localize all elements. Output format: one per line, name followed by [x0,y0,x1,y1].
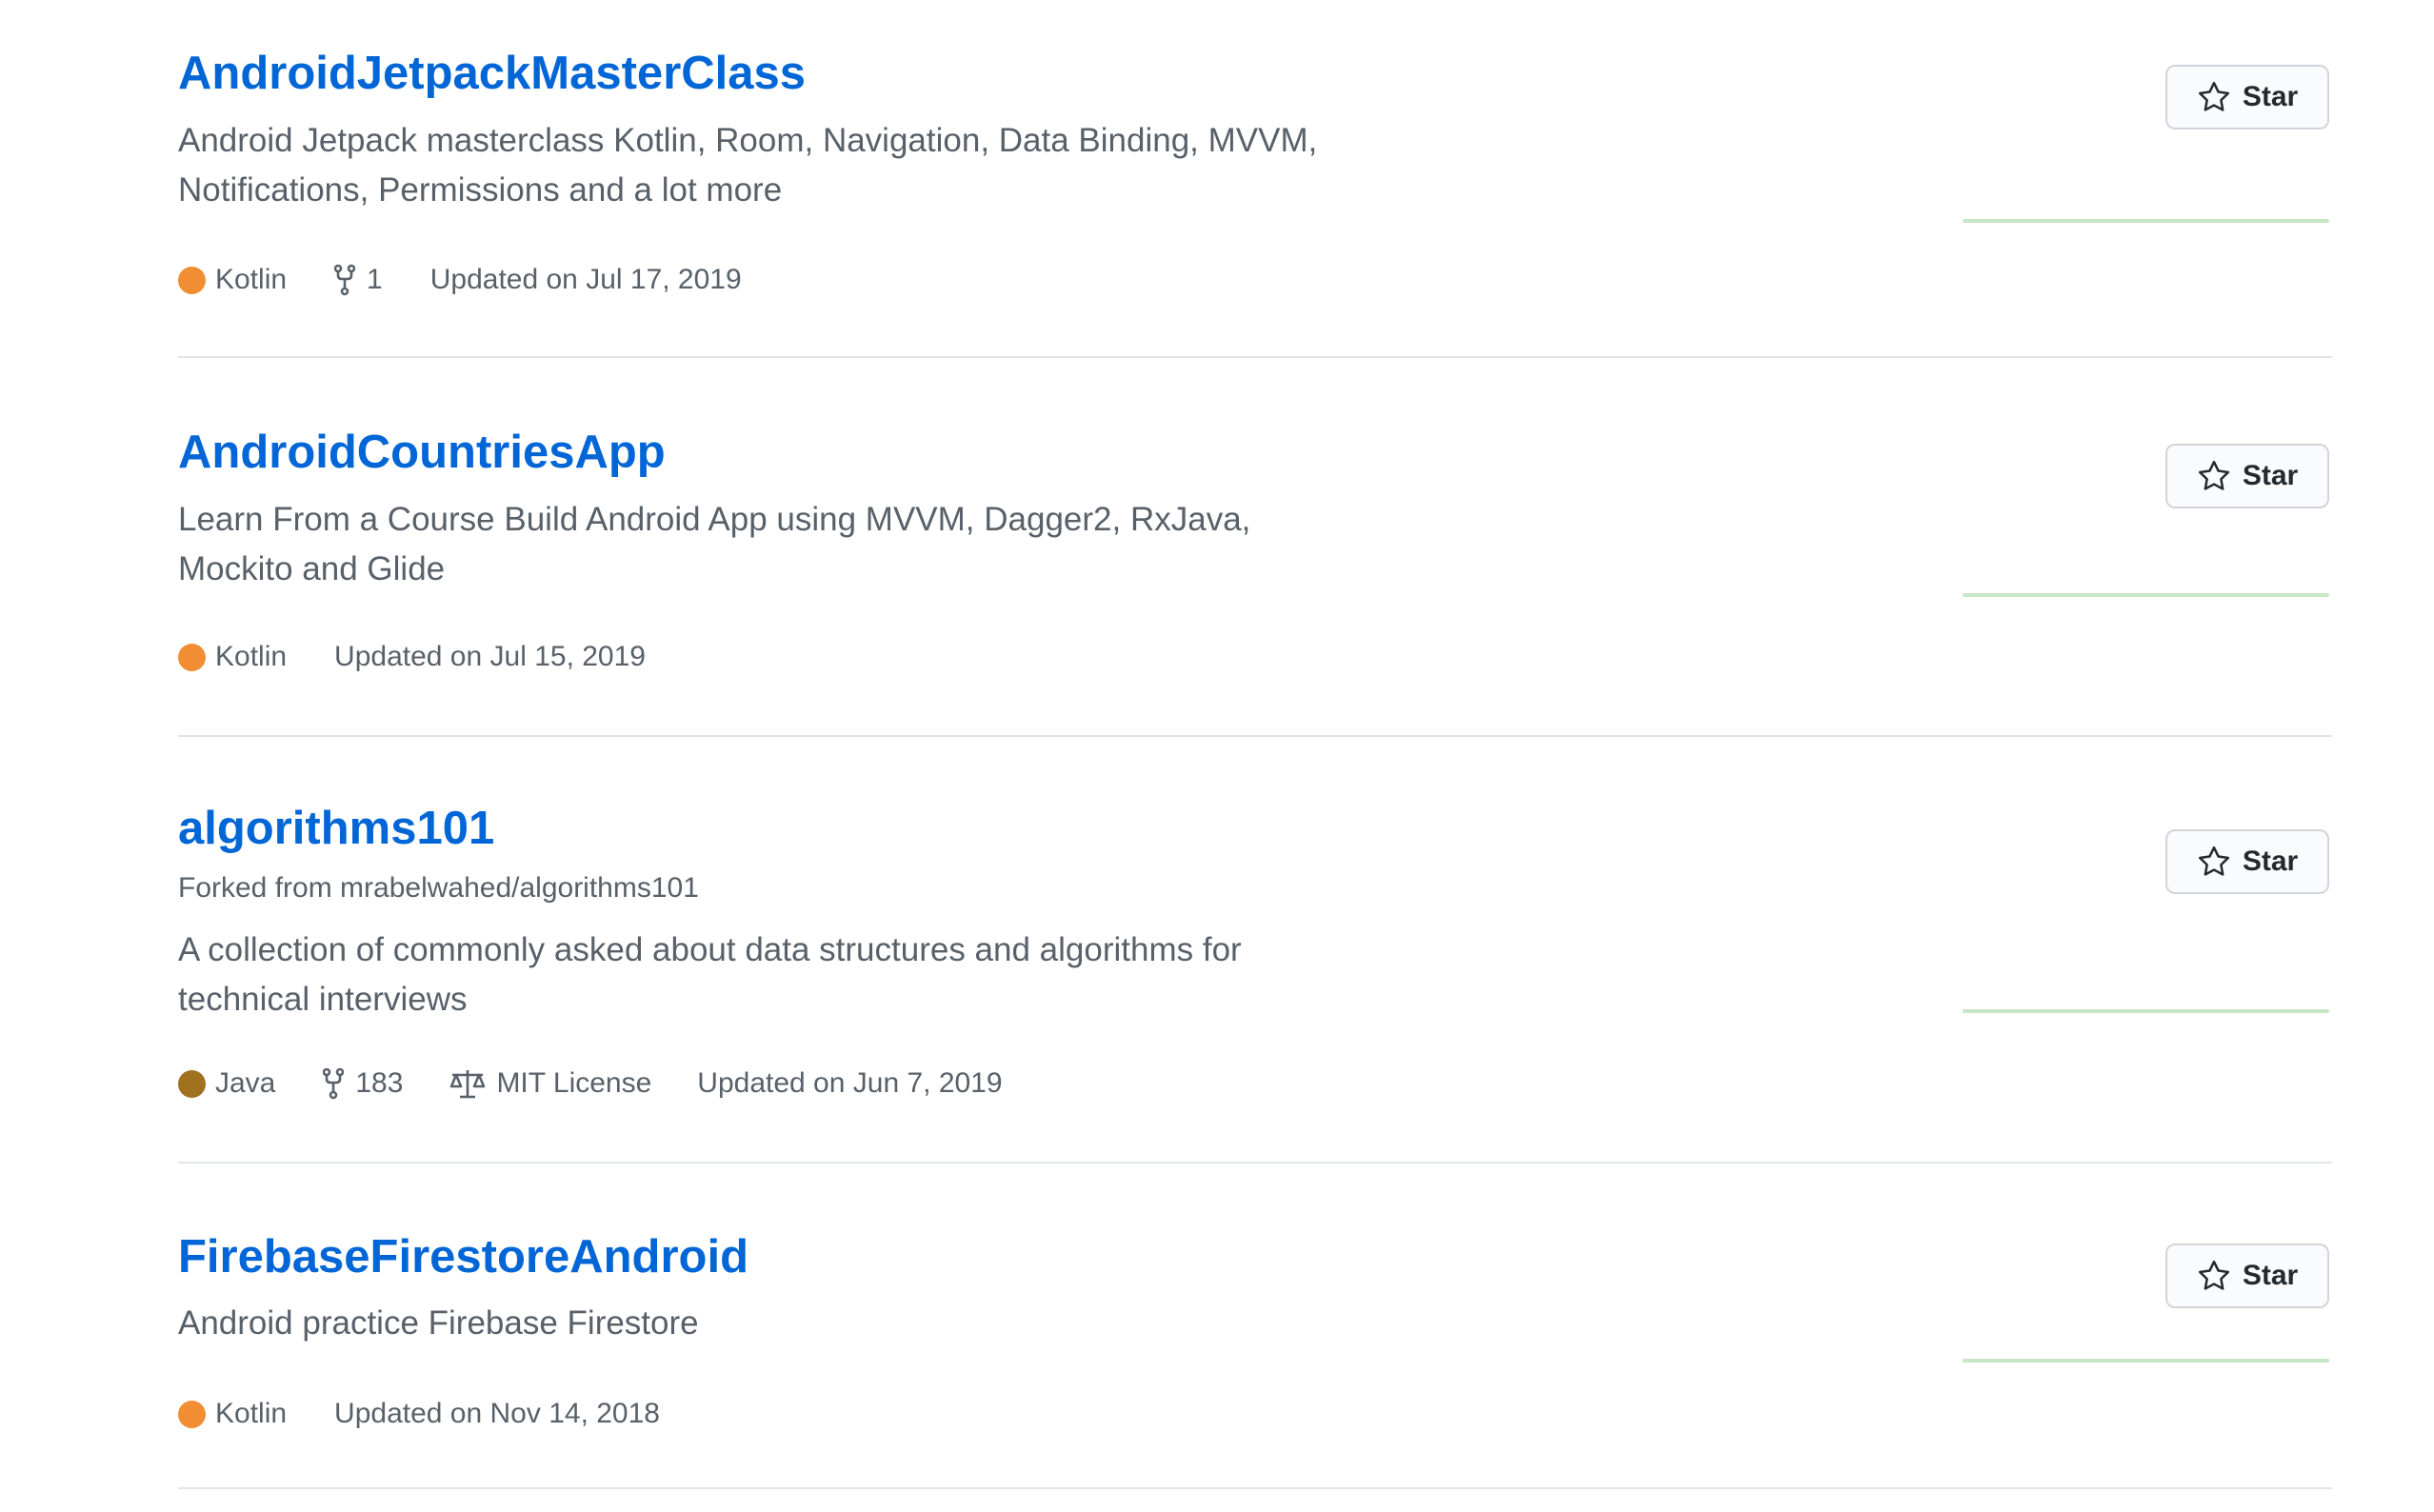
star-icon [2197,460,2231,492]
repo-item: AndroidJetpackMasterClass Android Jetpac… [178,0,2332,358]
repo-name-link[interactable]: AndroidJetpackMasterClass [178,50,806,97]
activity-sparkline [1963,1359,2329,1363]
repo-description: Android practice Firebase Firestore [178,1304,699,1342]
repo-description: Learn From a Course Build Android App us… [178,501,1251,587]
star-label: Star [2242,81,2299,112]
fork-count: 1 [367,264,383,295]
star-icon [2197,846,2231,878]
repo-meta: Java 183 MIT License Updated on Jun 7, 2… [178,1067,1003,1100]
updated-time: Updated on Jul 15, 2019 [334,641,646,672]
language-label: Kotlin [215,1398,288,1429]
activity-sparkline [1963,219,2329,223]
star-button[interactable]: Star [2165,444,2329,508]
forks-link[interactable]: 1 [334,264,383,296]
language: Kotlin [178,643,287,671]
star-label: Star [2242,846,2299,877]
repo-name-link[interactable]: AndroidCountriesApp [178,429,666,476]
language-color-dot [178,1069,206,1098]
language-color-dot [178,1400,206,1428]
language-label: Kotlin [215,641,288,672]
repo-meta: Kotlin Updated on Nov 14, 2018 [178,1400,660,1428]
fork-icon [334,264,356,296]
fork-icon [323,1067,345,1100]
language-color-dot [178,643,206,671]
repo-item: AndroidCountriesApp Learn From a Course … [178,358,2332,737]
activity-sparkline [1963,593,2329,597]
repo-name-link[interactable]: FirebaseFirestoreAndroid [178,1234,748,1281]
forks-link[interactable]: 183 [323,1067,403,1100]
activity-sparkline [1963,1009,2329,1013]
repo-item: FirebaseFirestoreAndroid Android practic… [178,1164,2332,1489]
forked-from-label: Forked from mrabelwahed/algorithms101 [178,872,699,904]
fork-count: 183 [355,1067,404,1099]
language-color-dot [178,266,206,294]
repo-description: Android Jetpack masterclass Kotlin, Room… [178,122,1318,209]
language-label: Kotlin [215,264,288,295]
license: MIT License [449,1067,651,1100]
repository-list: AndroidJetpackMasterClass Android Jetpac… [178,0,2332,1489]
updated-time: Updated on Jun 7, 2019 [697,1067,1003,1099]
star-button[interactable]: Star [2165,1243,2329,1308]
star-icon [2197,81,2231,113]
star-label: Star [2242,460,2299,491]
repo-description: A collection of commonly asked about dat… [178,931,1242,1018]
law-scale-icon [449,1067,487,1100]
star-button[interactable]: Star [2165,65,2329,129]
language: Java [178,1069,275,1098]
repo-meta: Kotlin Updated on Jul 15, 2019 [178,643,646,671]
language: Kotlin [178,1400,287,1428]
repo-name-link[interactable]: algorithms101 [178,806,494,852]
updated-time: Updated on Nov 14, 2018 [334,1398,660,1429]
language-label: Java [215,1067,276,1099]
star-button[interactable]: Star [2165,829,2329,894]
updated-time: Updated on Jul 17, 2019 [429,264,742,295]
language: Kotlin [178,266,287,294]
star-icon [2197,1260,2231,1292]
repo-item: algorithms101 Forked from mrabelwahed/al… [178,737,2332,1164]
repo-meta: Kotlin 1 Updated on Jul 17, 2019 [178,264,742,296]
license-label: MIT License [496,1067,652,1099]
star-label: Star [2242,1260,2299,1291]
